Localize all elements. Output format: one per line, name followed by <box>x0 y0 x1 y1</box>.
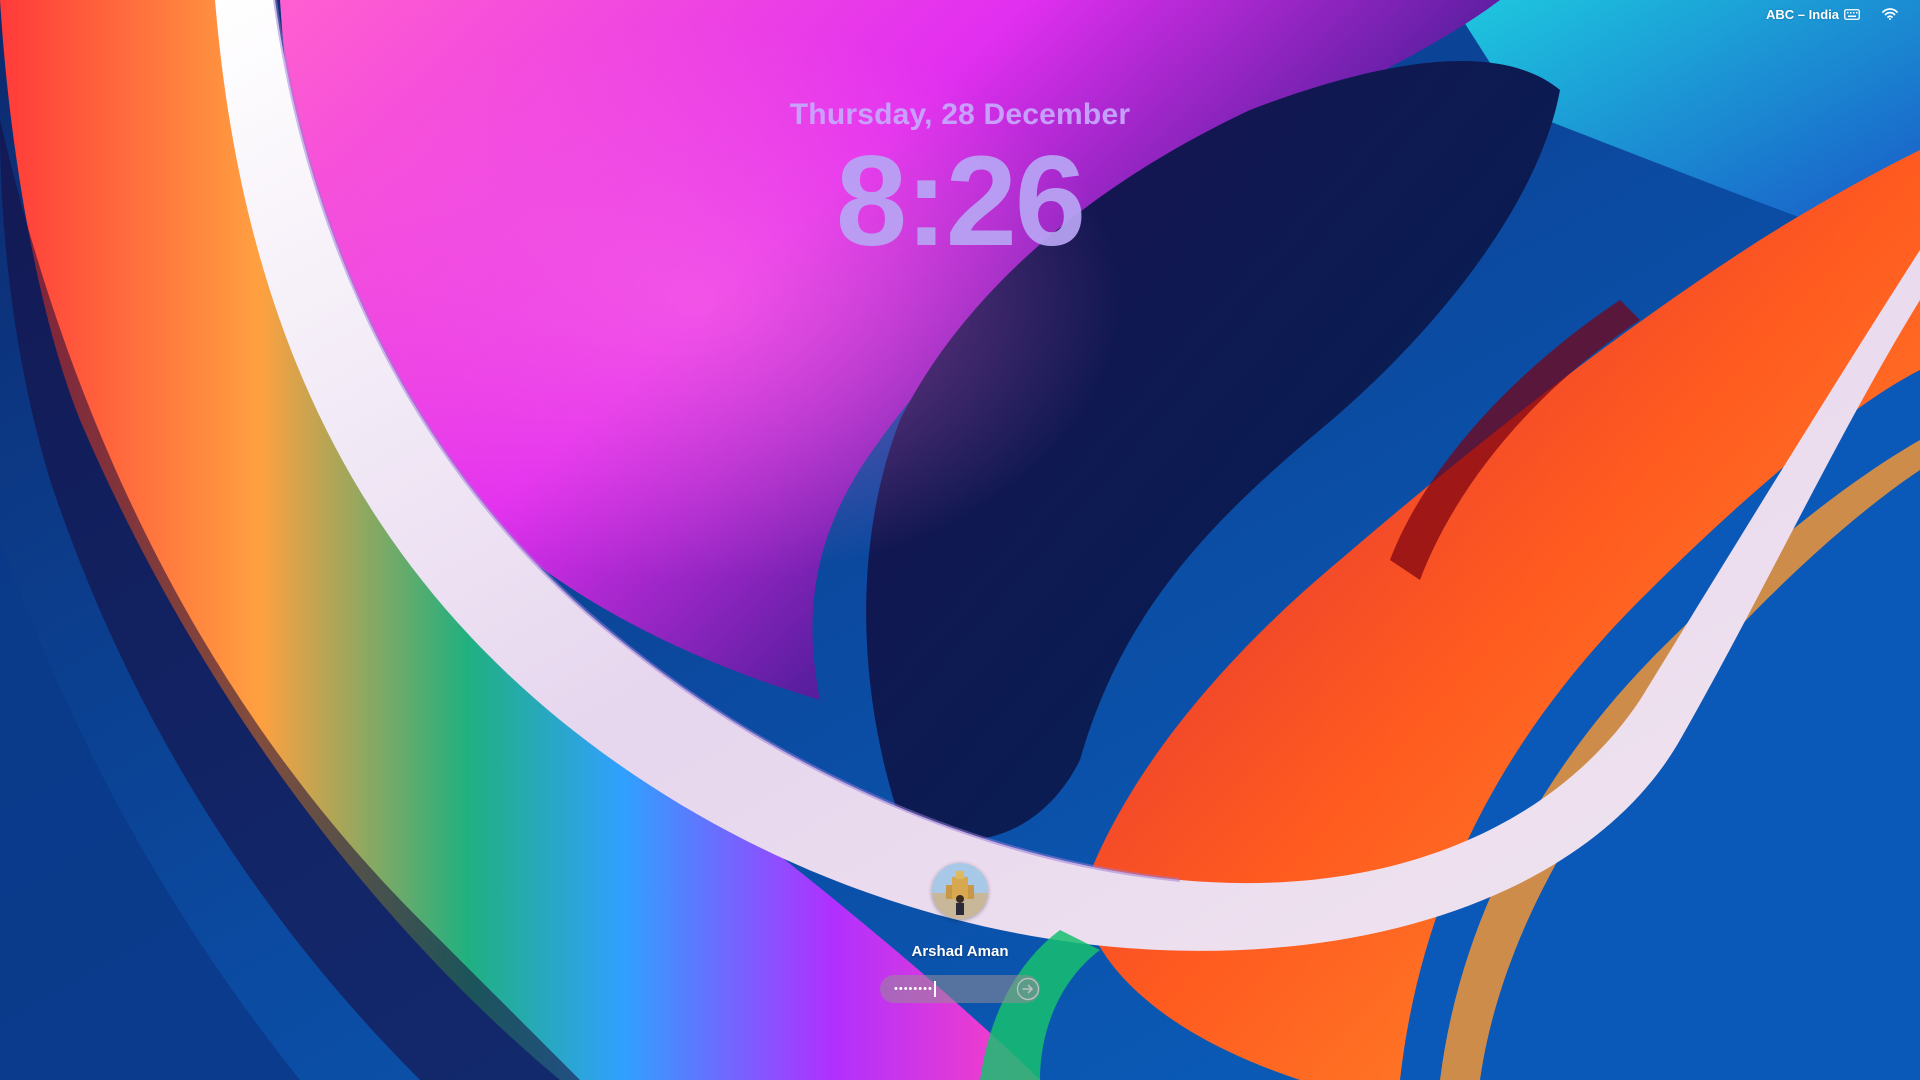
wifi-icon[interactable] <box>1882 8 1898 20</box>
text-cursor <box>933 981 936 997</box>
status-bar: ABC – India <box>1766 0 1920 28</box>
date-label: Thursday, 28 December <box>789 98 1131 131</box>
input-source-label: ABC – India <box>1766 6 1839 22</box>
user-name[interactable]: Arshad Aman <box>912 943 1009 960</box>
time-label: 8:26 <box>835 130 1086 273</box>
submit-button[interactable] <box>1016 977 1040 1001</box>
password-row: •••••••• <box>880 975 1040 1003</box>
input-source-menu[interactable]: ABC – India <box>1766 7 1860 22</box>
avatar[interactable] <box>932 863 988 919</box>
login-panel: Arshad Aman •••••••• <box>0 863 1920 1003</box>
password-dots: •••••••• <box>894 983 933 995</box>
clock: Thursday, 28 December 8:26 <box>0 96 1920 266</box>
lock-screen: ABC – India Thursday, 28 December 8:26 A… <box>0 0 1920 1080</box>
arrow-right-circle-icon <box>1016 977 1040 1001</box>
keyboard-icon <box>1844 8 1860 20</box>
